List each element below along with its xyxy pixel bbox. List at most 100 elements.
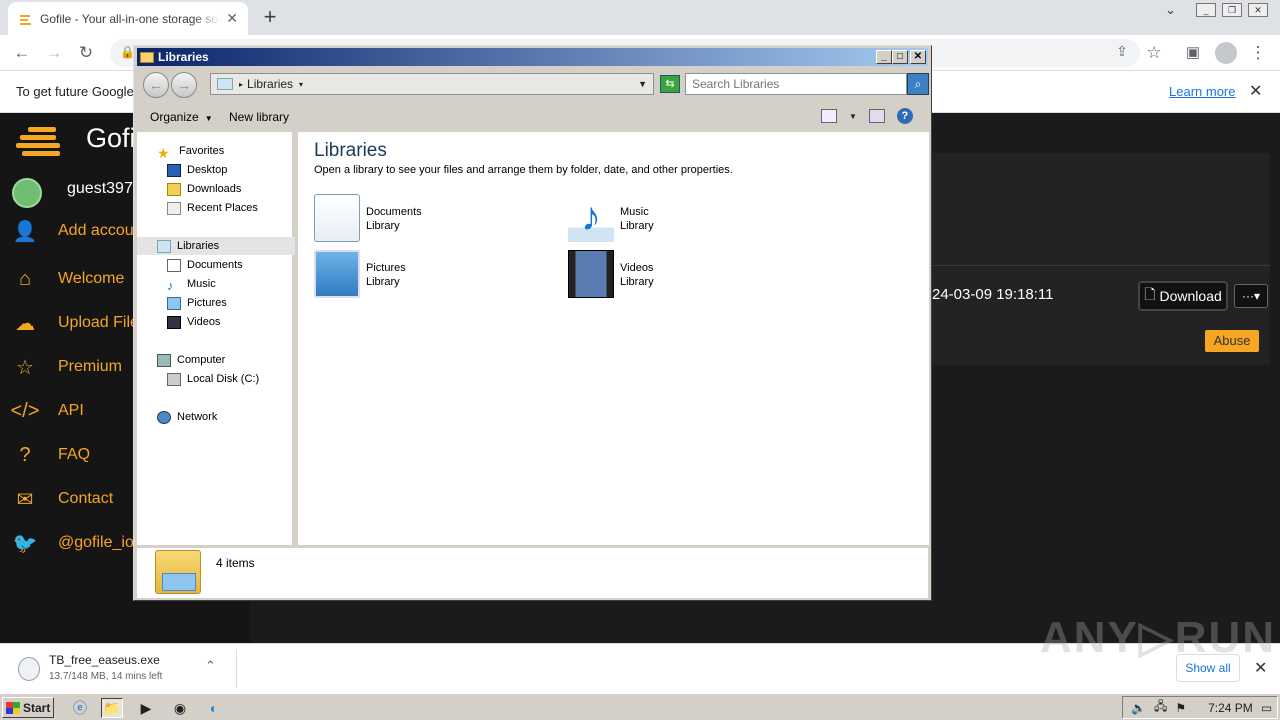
side-panel-icon[interactable]: ▣ (1183, 43, 1203, 61)
profile-avatar-icon[interactable] (1215, 42, 1237, 64)
library-type: Library (366, 276, 400, 288)
nav-libraries[interactable]: Libraries (137, 237, 295, 255)
nav-label: Network (177, 411, 218, 423)
tab-title: Gofile - Your all-in-one storage soluti (40, 11, 221, 26)
back-button[interactable]: ← (143, 72, 169, 98)
command-bar: Organize ▼ New library ▼ ? (137, 102, 928, 132)
forward-button[interactable]: → (171, 72, 197, 98)
preview-pane-icon[interactable] (868, 109, 885, 123)
address-history-dropdown-icon[interactable]: ▼ (638, 79, 647, 89)
library-documents[interactable]: Documents Library (314, 194, 554, 244)
library-music[interactable]: ♪ Music Library (568, 194, 808, 244)
change-view-icon[interactable] (821, 109, 837, 123)
new-library-button[interactable]: New library (229, 110, 289, 124)
browser-tab[interactable]: Gofile - Your all-in-one storage soluti … (8, 2, 248, 35)
music-library-icon: ♪ (568, 194, 614, 242)
nav-videos[interactable]: Videos (167, 313, 220, 331)
network-globe-icon (157, 410, 171, 424)
file-upload-date: 24-03-09 19:18:11 (932, 286, 1054, 303)
home-icon: ⌂ (18, 267, 32, 290)
internet-explorer-icon[interactable]: ⓔ (69, 698, 91, 718)
close-infobar-icon[interactable]: ✕ (1249, 81, 1262, 101)
nav-downloads[interactable]: Downloads (167, 180, 241, 198)
close-tab-icon[interactable]: ✕ (226, 10, 238, 27)
computer-icon (157, 353, 171, 367)
user-name[interactable]: guest397 (67, 180, 133, 198)
library-pictures[interactable]: Pictures Library (314, 250, 554, 300)
reload-icon[interactable]: ↻ (76, 43, 96, 63)
volume-icon[interactable]: 🔈 (1131, 701, 1146, 715)
chrome-menu-icon[interactable]: ⋮ (1248, 43, 1268, 63)
brand-name[interactable]: Gofi (86, 123, 136, 154)
library-videos[interactable]: Videos Library (568, 250, 808, 300)
user-avatar[interactable] (12, 178, 42, 208)
explorer-taskbar-icon[interactable]: 📁 (101, 698, 123, 718)
twitter-icon: 🐦 (12, 532, 38, 555)
chevron-up-icon[interactable]: ⌃ (205, 658, 216, 674)
minimize-window-button[interactable]: _ (1196, 3, 1216, 17)
new-tab-button[interactable]: + (258, 4, 282, 30)
library-type: Library (620, 276, 654, 288)
organize-label: Organize (150, 110, 199, 124)
search-input[interactable] (685, 73, 907, 95)
download-label: Download (1159, 288, 1222, 304)
nav-recent-places[interactable]: Recent Places (167, 199, 258, 217)
nav-favorites[interactable]: ★ Favorites (157, 142, 224, 161)
libraries-folder-icon (140, 51, 154, 63)
breadcrumb-libraries[interactable]: Libraries (247, 77, 293, 91)
organize-button[interactable]: Organize ▼ (150, 110, 213, 124)
sidebar-item-label: Add accou (58, 222, 134, 239)
nav-desktop[interactable]: Desktop (167, 161, 227, 179)
maximize-icon[interactable]: □ (892, 50, 908, 64)
gofile-favicon-icon (18, 13, 32, 25)
nav-computer[interactable]: Computer (157, 351, 225, 369)
tab-search-chevron-icon[interactable]: ⌄ (1165, 2, 1176, 18)
close-icon[interactable]: ✕ (910, 50, 926, 64)
media-player-icon[interactable]: ▶ (135, 698, 157, 718)
restore-window-button[interactable]: ❐ (1222, 3, 1242, 17)
explorer-title-bar[interactable]: Libraries _ □ ✕ (137, 48, 928, 66)
close-window-button[interactable]: ✕ (1248, 3, 1268, 17)
abuse-button[interactable]: Abuse (1205, 330, 1259, 352)
start-button[interactable]: Start (2, 697, 54, 718)
breadcrumb-arrow-icon[interactable]: ▸ (239, 80, 243, 89)
learn-more-link[interactable]: Learn more (1169, 84, 1235, 99)
nav-network[interactable]: Network (157, 408, 217, 426)
refresh-icon[interactable]: ⇆ (660, 75, 680, 93)
library-name: Music (620, 206, 649, 218)
nav-music[interactable]: ♪ Music (167, 275, 216, 293)
address-breadcrumb[interactable]: ▸ Libraries ▾ ▼ (210, 73, 654, 95)
nav-documents[interactable]: Documents (167, 256, 243, 274)
add-user-icon: 👤 (12, 220, 38, 243)
minimize-icon[interactable]: _ (876, 50, 892, 64)
download-button[interactable]: 🗋 Download (1138, 281, 1228, 311)
details-pane: 4 items (137, 548, 928, 598)
download-filename[interactable]: TB_free_easeus.exe (49, 653, 160, 667)
network-icon[interactable]: 🖧 (1154, 697, 1167, 718)
view-dropdown-icon[interactable]: ▼ (849, 112, 857, 121)
start-label: Start (23, 700, 51, 715)
music-icon: ♪ (167, 277, 174, 293)
breadcrumb-dropdown-icon[interactable]: ▾ (299, 80, 303, 89)
show-desktop-icon[interactable]: ▭ (1261, 701, 1272, 715)
nav-label: Pictures (187, 297, 227, 309)
search-icon[interactable]: ⌕ (907, 73, 929, 95)
help-icon[interactable]: ? (896, 108, 913, 124)
star-icon: ★ (157, 144, 170, 161)
chrome-icon[interactable]: ◉ (169, 698, 191, 718)
more-options-button[interactable]: ···▾ (1234, 284, 1268, 308)
shelf-divider (236, 650, 237, 688)
flag-icon[interactable]: ⚑ (1175, 701, 1186, 715)
nav-local-disk[interactable]: Local Disk (C:) (167, 370, 259, 388)
nav-pictures[interactable]: Pictures (167, 294, 227, 312)
share-icon[interactable]: ⇪ (1112, 43, 1132, 60)
bookmark-star-icon[interactable]: ☆ (1144, 43, 1164, 63)
sidebar-item-label: Contact (58, 490, 114, 507)
back-icon[interactable]: ← (12, 43, 32, 63)
view-controls: ▼ ? (821, 108, 913, 124)
edge-icon[interactable]: ◐ (203, 698, 225, 718)
file-icon: 🗋 (1144, 286, 1156, 302)
forward-icon[interactable]: → (44, 43, 64, 63)
clock[interactable]: 7:24 PM (1208, 701, 1253, 715)
gofile-logo-icon[interactable] (14, 121, 64, 161)
